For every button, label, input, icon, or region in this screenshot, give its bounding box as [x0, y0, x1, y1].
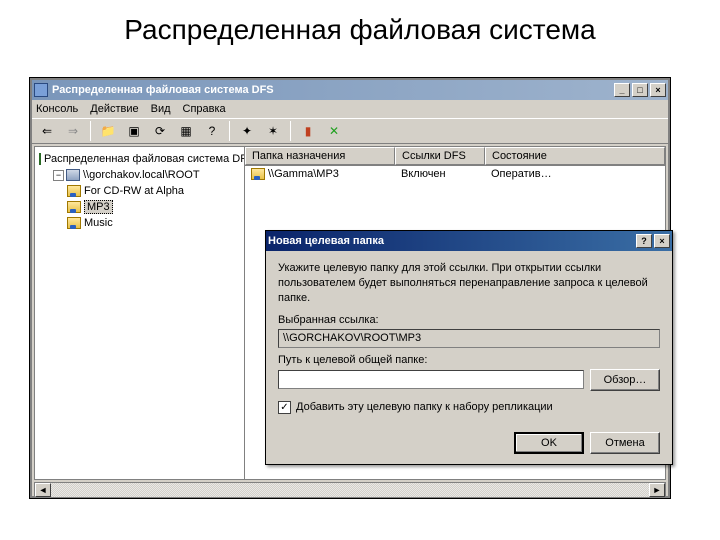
selected-link-field	[278, 329, 660, 348]
tool-button-3[interactable]: ▮	[297, 120, 319, 142]
tree-item-music[interactable]: Music	[39, 215, 240, 231]
list-row[interactable]: \\Gamma\MP3 Включен Оператив…	[245, 166, 665, 182]
scroll-right-button[interactable]: ►	[649, 483, 665, 497]
dialog-help-button[interactable]: ?	[636, 234, 652, 248]
dfs-root-icon	[39, 153, 41, 165]
minimize-button[interactable]: _	[614, 83, 630, 97]
server-icon	[66, 169, 80, 181]
dialog-close-button[interactable]: ×	[654, 234, 670, 248]
share-icon	[251, 168, 265, 180]
tree-item-cdrw[interactable]: For CD-RW at Alpha	[39, 183, 240, 199]
tool-button-2[interactable]: ✶	[262, 120, 284, 142]
tree-root[interactable]: Распределенная файловая система DFS	[39, 151, 240, 167]
mmc-window-title: Распределенная файловая система DFS	[52, 84, 274, 96]
dialog-title: Новая целевая папка	[268, 235, 384, 247]
target-path-input[interactable]	[278, 370, 584, 389]
help-button[interactable]: ?	[201, 120, 223, 142]
back-button[interactable]: ⇐	[36, 120, 58, 142]
dfs-icon	[34, 83, 48, 97]
tool-button-4[interactable]: ✕	[323, 120, 345, 142]
tool-button-1[interactable]: ✦	[236, 120, 258, 142]
path-label: Путь к целевой общей папке:	[278, 354, 660, 366]
toolbar: ⇐ ⇒ 📁 ▣ ⟳ ▦ ? ✦ ✶ ▮ ✕	[32, 118, 668, 144]
tree-host-label: \\gorchakov.local\ROOT	[83, 169, 200, 181]
tree-item-label: For CD-RW at Alpha	[84, 185, 184, 197]
scroll-left-button[interactable]: ◄	[35, 483, 51, 497]
selected-link-label: Выбранная ссылка:	[278, 314, 660, 326]
dialog-titlebar: Новая целевая папка ? ×	[266, 231, 672, 251]
tree-item-mp3[interactable]: MP3	[39, 199, 240, 215]
col-state[interactable]: Состояние	[485, 147, 665, 165]
browse-button[interactable]: Обзор…	[590, 369, 660, 391]
replication-checkbox-label: Добавить эту целевую папку к набору репл…	[296, 401, 553, 413]
forward-button[interactable]: ⇒	[62, 120, 84, 142]
tree-item-label: Music	[84, 217, 113, 229]
tree-root-label: Распределенная файловая система DFS	[44, 153, 245, 165]
cancel-button[interactable]: Отмена	[590, 432, 660, 454]
slide-title: Распределенная файловая система	[0, 0, 720, 56]
share-icon	[67, 201, 81, 213]
dialog-instruction: Укажите целевую папку для этой ссылки. П…	[278, 261, 660, 306]
mmc-titlebar: Распределенная файловая система DFS _ □ …	[32, 80, 668, 100]
scrollbar-horizontal[interactable]: ◄ ►	[34, 482, 666, 498]
menu-console[interactable]: Консоль	[36, 103, 78, 115]
menu-view[interactable]: Вид	[151, 103, 171, 115]
replication-checkbox[interactable]: ✓	[278, 401, 291, 414]
menu-bar: Консоль Действие Вид Справка	[32, 100, 668, 118]
tree-pane[interactable]: Распределенная файловая система DFS − \\…	[35, 147, 245, 479]
tree-host[interactable]: − \\gorchakov.local\ROOT	[39, 167, 240, 183]
menu-action[interactable]: Действие	[90, 103, 138, 115]
share-icon	[67, 217, 81, 229]
refresh-button[interactable]: ⟳	[149, 120, 171, 142]
up-button[interactable]: 📁	[97, 120, 119, 142]
share-icon	[67, 185, 81, 197]
cell-state: Оператив…	[485, 168, 665, 180]
tree-item-label: MP3	[84, 200, 113, 214]
ok-button[interactable]: OK	[514, 432, 584, 454]
export-button[interactable]: ▦	[175, 120, 197, 142]
col-links[interactable]: Ссылки DFS	[395, 147, 485, 165]
list-header: Папка назначения Ссылки DFS Состояние	[245, 147, 665, 166]
maximize-button[interactable]: □	[632, 83, 648, 97]
collapse-icon[interactable]: −	[53, 170, 64, 181]
new-target-dialog: Новая целевая папка ? × Укажите целевую …	[265, 230, 673, 465]
cell-links: Включен	[395, 168, 485, 180]
cell-target: \\Gamma\MP3	[268, 168, 339, 180]
properties-button[interactable]: ▣	[123, 120, 145, 142]
menu-help[interactable]: Справка	[183, 103, 226, 115]
col-target[interactable]: Папка назначения	[245, 147, 395, 165]
close-button[interactable]: ×	[650, 83, 666, 97]
